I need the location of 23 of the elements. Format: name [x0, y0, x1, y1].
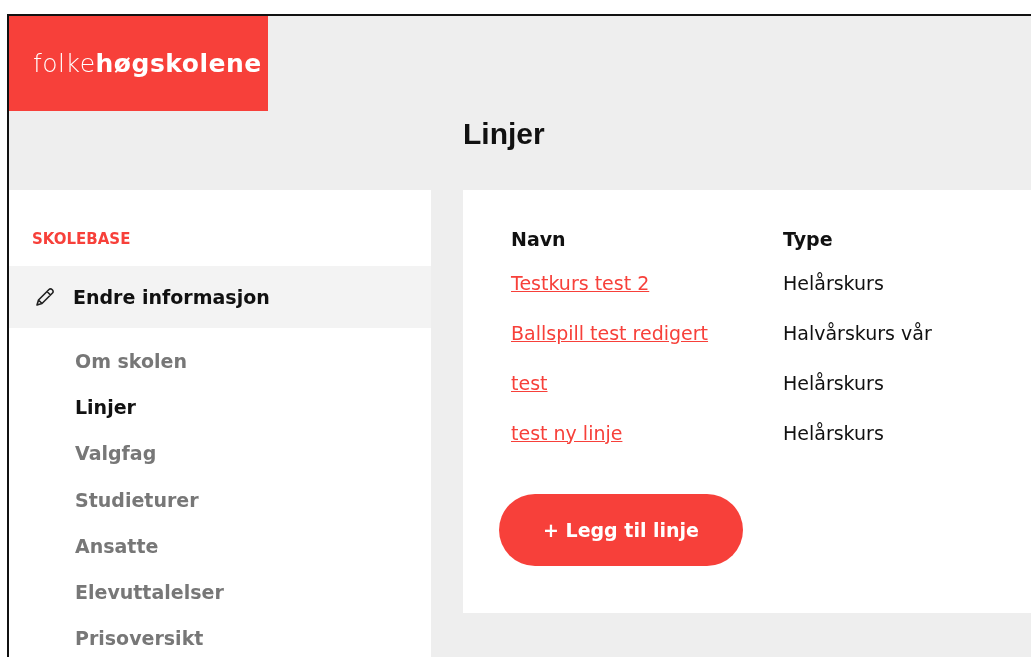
line-link[interactable]: test	[511, 371, 548, 394]
type-cell: Helårskurs	[783, 421, 884, 444]
sidebar-group[interactable]: Endre informasjon	[9, 266, 431, 328]
line-link[interactable]: test ny linje	[511, 421, 623, 444]
type-cell: Helårskurs	[783, 271, 884, 294]
type-cell: Helårskurs	[783, 371, 884, 394]
pencil-icon	[33, 285, 57, 309]
section-heading: SKOLEBASE	[31, 230, 132, 250]
logo[interactable]: folkehøgskolene	[9, 16, 268, 111]
sidebar-item[interactable]: Om skolen	[75, 350, 187, 372]
add-line-button[interactable]: + Legg til linje	[499, 494, 743, 566]
page-title: Linjer	[463, 119, 545, 149]
sidebar-item[interactable]: Prisoversikt	[75, 627, 204, 650]
type-cell: Halvårskurs vår	[783, 321, 932, 344]
line-link[interactable]: Testkurs test 2	[511, 271, 650, 294]
column-header: Navn	[511, 228, 783, 266]
sidebar-item[interactable]: Elevuttalelser	[75, 580, 224, 603]
sidebar-item[interactable]: Ansatte	[75, 534, 159, 557]
sidebar-item[interactable]: Valgfag	[75, 442, 157, 465]
column-header: Type	[783, 228, 834, 252]
sidebar-item[interactable]: Linjer	[75, 396, 136, 419]
line-link[interactable]: Ballspill test redigert	[511, 321, 709, 344]
sidebar-item[interactable]: Studieturer	[75, 488, 199, 511]
